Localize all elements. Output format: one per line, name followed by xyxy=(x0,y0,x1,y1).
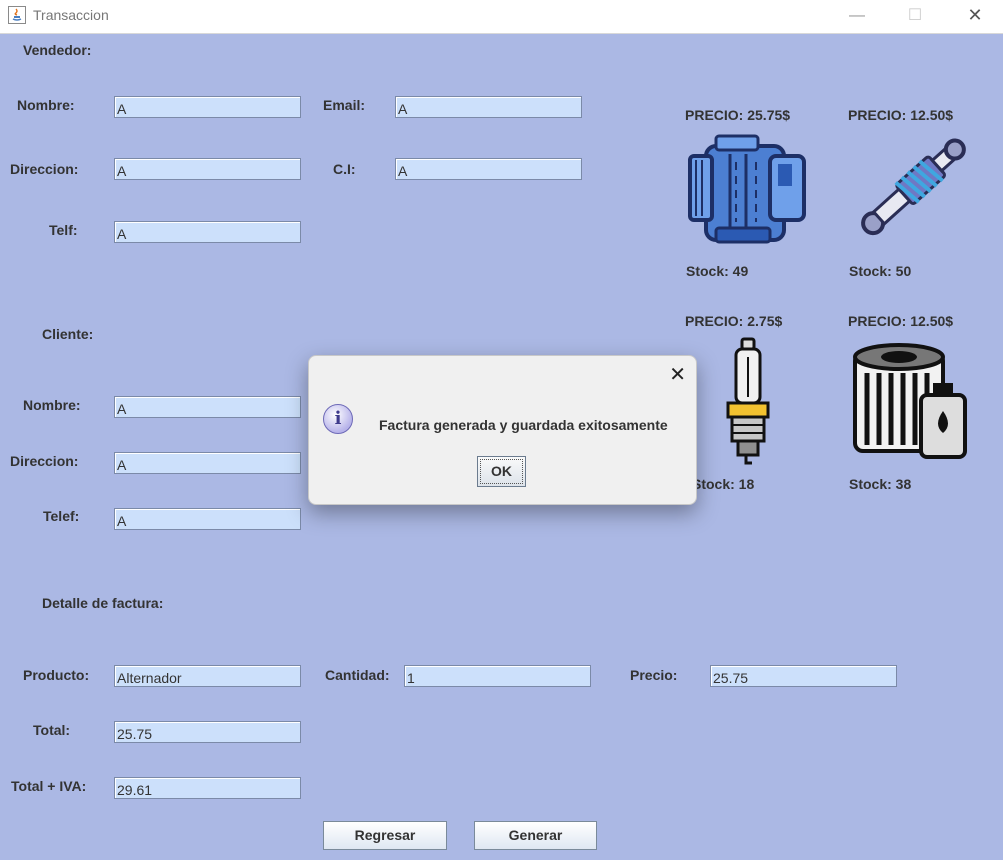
product-stock: Stock: 50 xyxy=(849,263,912,279)
product-stock: Stock: 38 xyxy=(849,476,912,492)
total-field[interactable]: 25.75 xyxy=(114,721,301,743)
product-price: PRECIO: 12.50$ xyxy=(848,313,954,329)
producto-label: Producto: xyxy=(23,667,90,683)
cliente-heading: Cliente: xyxy=(42,326,94,342)
product-stock: Stock: 49 xyxy=(686,263,749,279)
cliente-nombre-field[interactable]: A xyxy=(114,396,301,418)
cantidad-field[interactable]: 1 xyxy=(404,665,591,687)
precio-label: Precio: xyxy=(630,667,678,683)
vendedor-nombre-field[interactable]: A xyxy=(114,96,301,118)
maximize-button[interactable]: ☐ xyxy=(892,0,938,33)
oil-filter-icon[interactable] xyxy=(851,343,969,466)
precio-field[interactable]: 25.75 xyxy=(710,665,897,687)
total-iva-label: Total + IVA: xyxy=(11,778,87,794)
vendedor-heading: Vendedor: xyxy=(23,42,92,58)
message-dialog: ✕ i Factura generada y guardada exitosam… xyxy=(308,355,697,505)
detalle-heading: Detalle de factura: xyxy=(42,595,164,611)
cliente-telef-label: Telef: xyxy=(43,508,80,524)
cantidad-label: Cantidad: xyxy=(325,667,390,683)
title-bar: Transaccion — ☐ ✕ xyxy=(0,0,1003,34)
shock-absorber-icon[interactable] xyxy=(846,126,976,257)
total-iva-field[interactable]: 29.61 xyxy=(114,777,301,799)
window-title: Transaccion xyxy=(33,7,109,23)
dialog-close-button[interactable]: ✕ xyxy=(669,362,686,387)
vendedor-email-label: Email: xyxy=(323,97,366,113)
vendedor-telf-label: Telf: xyxy=(49,222,78,238)
cliente-nombre-label: Nombre: xyxy=(23,397,81,413)
dialog-message: Factura generada y guardada exitosamente xyxy=(379,417,668,433)
vendedor-ci-field[interactable]: A xyxy=(395,158,582,180)
product-price: PRECIO: 25.75$ xyxy=(685,107,791,123)
product-price: PRECIO: 2.75$ xyxy=(685,313,783,329)
regresar-button[interactable]: Regresar xyxy=(323,821,447,850)
ok-button[interactable]: OK xyxy=(477,456,526,487)
cliente-telef-field[interactable]: A xyxy=(114,508,301,530)
generar-button[interactable]: Generar xyxy=(474,821,597,850)
total-label: Total: xyxy=(33,722,71,738)
vendedor-email-field[interactable]: A xyxy=(395,96,582,118)
producto-field[interactable]: Alternador xyxy=(114,665,301,687)
vendedor-direccion-field[interactable]: A xyxy=(114,158,301,180)
vendedor-direccion-label: Direccion: xyxy=(10,161,79,177)
vendedor-ci-label: C.I: xyxy=(333,161,356,177)
cliente-direccion-label: Direccion: xyxy=(10,453,79,469)
alternator-icon[interactable] xyxy=(686,132,808,251)
minimize-button[interactable]: — xyxy=(834,0,880,33)
info-icon: i xyxy=(323,404,353,434)
spark-plug-icon[interactable] xyxy=(724,337,772,470)
java-app-icon xyxy=(8,6,26,24)
close-window-button[interactable]: ✕ xyxy=(952,0,998,33)
product-stock: Stock: 18 xyxy=(692,476,755,492)
product-price: PRECIO: 12.50$ xyxy=(848,107,954,123)
vendedor-telf-field[interactable]: A xyxy=(114,221,301,243)
vendedor-nombre-label: Nombre: xyxy=(17,97,75,113)
cliente-direccion-field[interactable]: A xyxy=(114,452,301,474)
